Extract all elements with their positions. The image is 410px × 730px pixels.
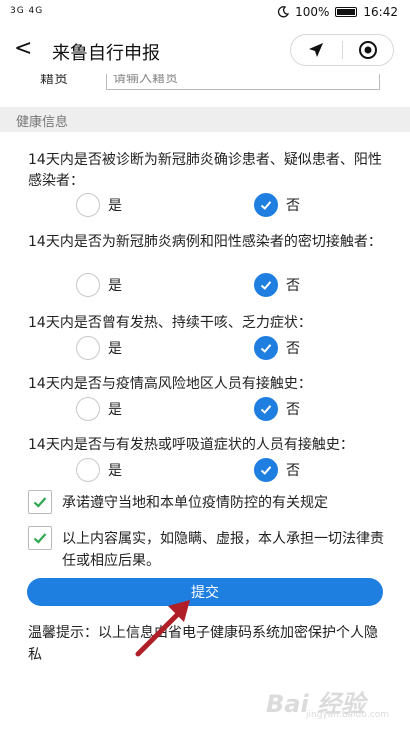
location-button[interactable]	[291, 35, 342, 65]
checkmark-icon	[33, 497, 47, 508]
checkmark-icon	[260, 201, 272, 210]
radio-no[interactable]: 否	[254, 397, 300, 421]
radio-label: 是	[108, 341, 122, 357]
radio-label: 是	[108, 278, 122, 294]
checkmark-icon	[260, 466, 272, 475]
location-arrow-icon	[309, 43, 324, 57]
agreement-text: 承诺遵守当地和本单位疫情防控的有关规定	[62, 495, 328, 511]
radio-label: 否	[286, 341, 300, 357]
watermark-url: jingyan.baidu.com	[306, 710, 390, 720]
radio-circle-checked[interactable]	[254, 336, 278, 360]
radio-label: 否	[286, 402, 300, 418]
radio-yes[interactable]: 是	[76, 273, 122, 297]
radio-circle-checked[interactable]	[254, 273, 278, 297]
radio-label: 是	[108, 463, 122, 479]
question-text: 14天内是否与有发热或呼吸道症状的人员有接触史：	[28, 437, 354, 453]
question-text: 14天内是否曾有发热、持续干咳、乏力症状：	[28, 315, 312, 331]
back-button[interactable]: <	[14, 36, 32, 61]
checkmark-icon	[33, 533, 47, 544]
radio-circle[interactable]	[76, 458, 100, 482]
radio-circle-checked[interactable]	[254, 458, 278, 482]
question-text: 14天内是否与疫情高风险地区人员有接触史：	[28, 376, 312, 392]
section-title: 健康信息	[16, 115, 69, 130]
radio-circle-checked[interactable]	[254, 397, 278, 421]
radio-circle[interactable]	[76, 336, 100, 360]
agreement-text: 以上内容属实，如隐瞒、虚报，本人承担一切法律责任或相应后果。	[62, 531, 384, 569]
radio-yes[interactable]: 是	[76, 336, 122, 360]
radio-no[interactable]: 否	[254, 273, 300, 297]
radio-label: 否	[286, 278, 300, 294]
radio-yes[interactable]: 是	[76, 193, 122, 217]
scrolled-field-row: 籍贯 请输入籍贯	[0, 74, 410, 96]
question-text: 14天内是否为新冠肺炎病例和阳性感染者的密切接触者：	[28, 234, 382, 250]
target-icon	[358, 41, 377, 59]
annotation-arrow-icon	[135, 600, 190, 657]
radio-yes[interactable]: 是	[76, 458, 122, 482]
radio-no[interactable]: 否	[254, 336, 300, 360]
status-bar: 3G 4G 100% 16:42	[0, 0, 410, 26]
checkbox-checked[interactable]	[28, 526, 52, 550]
text-field[interactable]: 请输入籍贯	[106, 74, 380, 90]
baidu-watermark: Bai 经验 jingyan.baidu.com	[266, 684, 396, 720]
radio-yes[interactable]: 是	[76, 397, 122, 421]
section-header: 健康信息	[0, 107, 410, 132]
radio-circle[interactable]	[76, 193, 100, 217]
radio-circle[interactable]	[76, 273, 100, 297]
checkmark-icon	[260, 281, 272, 290]
radio-label: 否	[286, 463, 300, 479]
checkbox-checked[interactable]	[28, 490, 52, 514]
status-right: 100% 16:42	[277, 5, 398, 19]
radio-no[interactable]: 否	[254, 193, 300, 217]
page-title: 来鲁自行申报	[52, 43, 160, 64]
app-header: < 来鲁自行申报	[0, 26, 410, 74]
mini-program-capsule	[290, 34, 394, 66]
radio-label: 是	[108, 198, 122, 214]
clock: 16:42	[363, 5, 398, 19]
checkmark-icon	[260, 344, 272, 353]
checkmark-icon	[260, 405, 272, 414]
field-label: 籍贯	[40, 74, 68, 87]
question-text: 14天内是否被诊断为新冠肺炎确诊患者、疑似患者、阳性感染者：	[28, 152, 382, 189]
moon-icon	[278, 6, 290, 18]
radio-circle[interactable]	[76, 397, 100, 421]
radio-label: 是	[108, 402, 122, 418]
network-indicator: 3G 4G	[10, 6, 44, 16]
battery-percent: 100%	[295, 5, 330, 19]
radio-no[interactable]: 否	[254, 458, 300, 482]
close-mini-program-button[interactable]	[343, 35, 394, 65]
battery-icon	[335, 7, 358, 17]
radio-circle-checked[interactable]	[254, 193, 278, 217]
radio-label: 否	[286, 198, 300, 214]
